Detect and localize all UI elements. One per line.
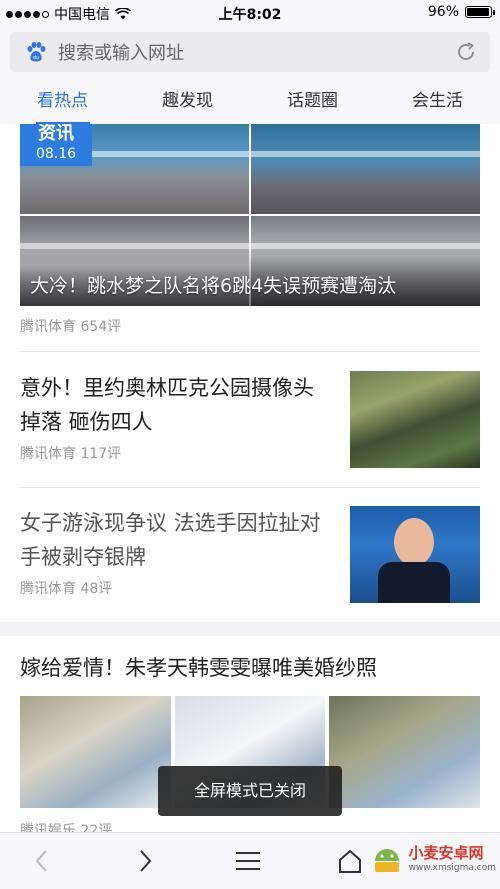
bottom-toolbar: 小麦安卓网 www.xmsigma.com [0,832,500,889]
comment-count: 654评 [80,319,122,335]
news-source: 腾讯体育 [20,319,76,335]
watermark-url: www.xmsigma.com [408,862,496,873]
gallery-meta: 腾讯娱乐 22评 [20,820,112,832]
tab-topics[interactable]: 话题圈 [250,78,375,124]
status-time: 上午8:02 [218,7,282,23]
gallery-image [329,696,481,808]
hero-meta: 腾讯体育 654评 [20,316,121,336]
menu-icon [236,852,260,870]
news-meta: 腾讯体育 48评 [20,578,112,598]
tab-discover[interactable]: 趣发现 [125,78,250,124]
section-separator [0,622,500,636]
news-source: 腾讯体育 [20,446,76,462]
comment-count: 48评 [80,581,113,597]
forward-icon [140,850,152,872]
gallery-news-title[interactable]: 嫁给爱情！朱孝天韩雯雯曝唯美婚纱照 [20,652,377,682]
news-badge: 资讯 08.16 [20,124,92,166]
news-title: 意外！里约奥林匹克公园摄像头掉落 砸伤四人 [20,376,314,434]
comment-count: 117评 [80,446,122,462]
badge-date: 08.16 [35,146,77,162]
back-icon [35,850,47,872]
search-input[interactable]: du 搜索或输入网址 [10,32,490,72]
category-tabs: 看热点 趣发现 话题圈 会生活 [0,78,500,124]
tab-hot[interactable]: 看热点 [0,78,125,124]
android-logo-icon [374,849,399,872]
back-button[interactable] [22,843,62,879]
battery-percentage: 96% [427,4,459,20]
news-source: 腾讯娱乐 [20,823,76,832]
menu-button[interactable] [228,843,268,879]
toast-message: 全屏模式已关闭 [158,766,342,816]
svg-text:du: du [33,55,39,61]
search-placeholder: 搜索或输入网址 [58,43,184,64]
baidu-paw-icon: du [27,42,46,62]
refresh-icon[interactable] [454,40,478,64]
news-title: 女子游泳现争议 法选手因拉扯对手被剥夺银牌 [20,511,321,569]
badge-label: 资讯 [38,124,74,144]
news-item[interactable]: 意外！里约奥林匹克公园摄像头掉落 砸伤四人 腾讯体育 117评 [20,371,480,471]
news-feed[interactable]: 大冷！跳水梦之队名将6跳4失误预赛遭淘汰 资讯 08.16 腾讯体育 654评 … [0,124,500,832]
search-bar-area: du 搜索或输入网址 [0,26,500,78]
divider [20,351,480,352]
divider [20,487,480,488]
home-icon [339,849,361,873]
comment-count: 22评 [80,823,113,832]
news-meta: 腾讯体育 117评 [20,443,121,463]
news-thumbnail [350,506,480,603]
status-bar: 中国电信 上午8:02 96% [0,0,500,26]
gallery-image [20,696,171,808]
hero-title: 大冷！跳水梦之队名将6跳4失误预赛遭淘汰 [30,275,397,297]
news-item[interactable]: 女子游泳现争议 法选手因拉扯对手被剥夺银牌 腾讯体育 48评 [20,506,480,606]
watermark-title: 小麦安卓网 [408,843,484,862]
forward-button[interactable] [125,843,165,879]
battery-icon [465,6,495,18]
news-thumbnail [350,371,480,468]
tab-life[interactable]: 会生活 [375,78,500,124]
news-source: 腾讯体育 [20,581,76,597]
home-button[interactable] [330,843,370,879]
watermark: 小麦安卓网 www.xmsigma.com [369,839,496,875]
